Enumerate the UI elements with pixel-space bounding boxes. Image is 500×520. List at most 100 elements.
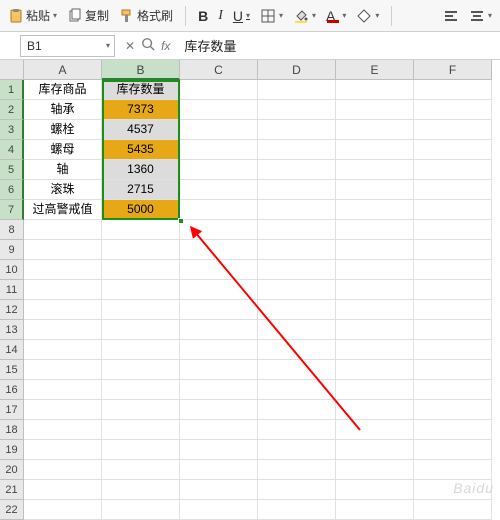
row-header[interactable]: 13 [0, 320, 24, 340]
cell[interactable] [180, 420, 258, 440]
cell[interactable] [414, 420, 492, 440]
cell[interactable]: 5000 [102, 200, 180, 220]
cell[interactable]: 螺母 [24, 140, 102, 160]
cell[interactable] [336, 260, 414, 280]
cell[interactable] [180, 440, 258, 460]
cell[interactable] [414, 280, 492, 300]
cell[interactable] [180, 180, 258, 200]
row-header[interactable]: 1 [0, 80, 24, 100]
cell[interactable] [180, 320, 258, 340]
cell[interactable] [258, 140, 336, 160]
fill-color-button[interactable]: ▾ [289, 6, 320, 26]
cell[interactable] [336, 460, 414, 480]
column-header[interactable]: B [102, 60, 180, 80]
cell[interactable] [24, 340, 102, 360]
cell[interactable]: 螺栓 [24, 120, 102, 140]
cell[interactable] [180, 340, 258, 360]
cell[interactable] [414, 220, 492, 240]
cell[interactable] [336, 140, 414, 160]
fill-handle[interactable] [178, 218, 184, 224]
row-header[interactable]: 12 [0, 300, 24, 320]
row-header[interactable]: 21 [0, 480, 24, 500]
cell[interactable] [24, 500, 102, 520]
cell[interactable] [336, 340, 414, 360]
cell[interactable] [102, 300, 180, 320]
formula-input[interactable] [180, 35, 500, 57]
cell[interactable] [258, 120, 336, 140]
cell[interactable] [180, 300, 258, 320]
cell[interactable]: 1360 [102, 160, 180, 180]
cell[interactable] [24, 220, 102, 240]
column-header[interactable]: E [336, 60, 414, 80]
cell[interactable]: 轴承 [24, 100, 102, 120]
cell[interactable] [258, 180, 336, 200]
cell[interactable]: 5435 [102, 140, 180, 160]
cell[interactable] [24, 300, 102, 320]
cell[interactable]: 库存商品 [24, 80, 102, 100]
cell[interactable] [336, 500, 414, 520]
row-header[interactable]: 18 [0, 420, 24, 440]
cell[interactable] [414, 400, 492, 420]
cell[interactable] [102, 460, 180, 480]
cell[interactable]: 4537 [102, 120, 180, 140]
cell[interactable] [24, 240, 102, 260]
cell[interactable] [336, 400, 414, 420]
cell[interactable] [258, 160, 336, 180]
cell[interactable] [102, 280, 180, 300]
select-all-corner[interactable] [0, 60, 24, 80]
cell[interactable] [102, 320, 180, 340]
row-header[interactable]: 15 [0, 360, 24, 380]
cell[interactable] [258, 260, 336, 280]
cell[interactable] [180, 140, 258, 160]
cell[interactable] [102, 360, 180, 380]
cell[interactable] [180, 280, 258, 300]
cell[interactable] [336, 100, 414, 120]
cell[interactable] [414, 440, 492, 460]
cell[interactable] [258, 360, 336, 380]
cell[interactable] [258, 440, 336, 460]
cell-styles-button[interactable]: ▾ [352, 6, 383, 26]
cell[interactable] [414, 360, 492, 380]
name-box[interactable]: B1 ▾ [20, 35, 115, 57]
cell[interactable] [414, 140, 492, 160]
cell[interactable] [336, 360, 414, 380]
cell[interactable] [180, 500, 258, 520]
cell[interactable] [180, 220, 258, 240]
cell[interactable] [102, 480, 180, 500]
cell[interactable] [24, 360, 102, 380]
cell[interactable] [258, 500, 336, 520]
cell[interactable] [24, 260, 102, 280]
cell[interactable] [102, 380, 180, 400]
column-header[interactable]: F [414, 60, 492, 80]
bold-button[interactable]: B [194, 6, 212, 26]
cell[interactable] [102, 500, 180, 520]
cell[interactable] [414, 240, 492, 260]
row-header[interactable]: 3 [0, 120, 24, 140]
cell[interactable] [336, 280, 414, 300]
italic-button[interactable]: I [214, 6, 227, 26]
cell[interactable] [180, 360, 258, 380]
row-header[interactable]: 5 [0, 160, 24, 180]
cell[interactable] [102, 440, 180, 460]
font-color-button[interactable]: A ▾ [322, 6, 350, 26]
cell[interactable] [180, 120, 258, 140]
row-header[interactable]: 14 [0, 340, 24, 360]
cell[interactable] [336, 180, 414, 200]
column-header[interactable]: A [24, 60, 102, 80]
cell[interactable] [336, 240, 414, 260]
cell[interactable] [414, 300, 492, 320]
row-header[interactable]: 4 [0, 140, 24, 160]
cell[interactable] [180, 380, 258, 400]
cell[interactable] [180, 240, 258, 260]
underline-button[interactable]: U▾ [229, 6, 254, 26]
cell[interactable] [258, 320, 336, 340]
cell[interactable] [102, 260, 180, 280]
cell[interactable] [180, 80, 258, 100]
cell[interactable] [414, 460, 492, 480]
cell[interactable] [414, 100, 492, 120]
borders-button[interactable]: ▾ [256, 6, 287, 26]
cell[interactable] [414, 200, 492, 220]
cell[interactable] [336, 320, 414, 340]
cell[interactable] [258, 400, 336, 420]
cell[interactable] [180, 480, 258, 500]
